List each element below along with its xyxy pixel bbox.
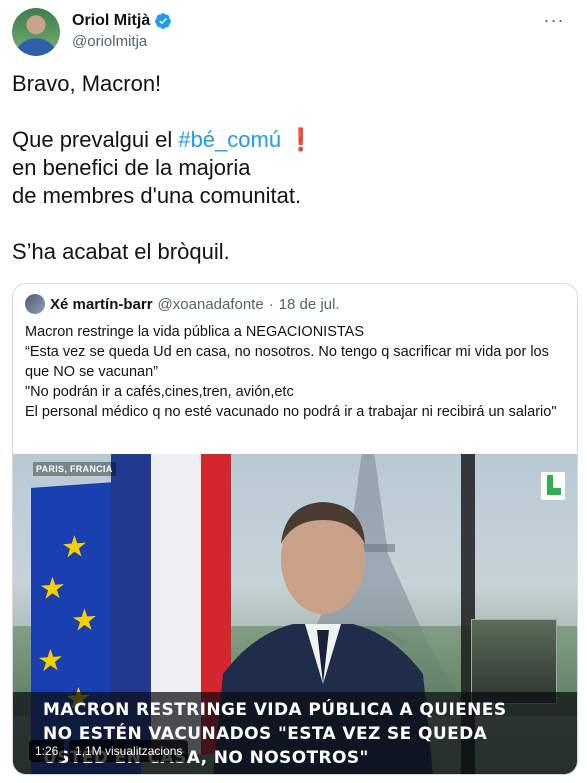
location-tag: PARIS, FRANCIA	[33, 462, 116, 476]
tweet-line: de membres d'una comunitat.	[12, 183, 302, 208]
quoted-date: 18 de jul.	[278, 295, 340, 313]
quoted-line: "No podrán ir a cafés,cines,tren, avión,…	[25, 384, 294, 400]
hashtag-link[interactable]: #bé_comú	[178, 127, 281, 152]
video-views: 1,1M visualitzacions	[69, 740, 189, 762]
tweet-line: Bravo, Macron!	[12, 71, 162, 96]
author-handle[interactable]: @oriolmitja	[72, 33, 172, 50]
caption-line: MACRON RESTRINGE VIDA PÚBLICA A QUIENES	[43, 700, 507, 720]
tweet-line: S’ha acabat el bròquil.	[12, 239, 230, 264]
quoted-handle: @xoanadafonte	[157, 295, 264, 313]
author-name-row: Oriol Mitjà	[72, 12, 172, 30]
quoted-line: “Esta vez se queda Ud en casa, no nosotr…	[25, 344, 549, 380]
verified-badge-icon	[155, 13, 172, 29]
video-duration: 1:26	[29, 740, 65, 762]
tweet-line-text: Que prevalgui el	[12, 127, 179, 152]
tweet-header: Oriol Mitjà @oriolmitja ···	[12, 8, 575, 60]
more-options-icon[interactable]: ···	[539, 10, 569, 34]
author-display-name[interactable]: Oriol Mitjà	[72, 12, 150, 30]
tweet-line: Que prevalgui el #bé_comú ❗	[12, 126, 577, 154]
exclamation-icon: ❗	[287, 127, 315, 152]
quoted-avatar	[25, 294, 45, 314]
quoted-text: Macron restringe la vida pública a NEGAC…	[25, 322, 565, 422]
quoted-line: Macron restringe la vida pública a NEGAC…	[25, 324, 365, 340]
quoted-tweet[interactable]: Xé martín-barr @xoanadafonte · 18 de jul…	[12, 283, 578, 775]
tweet-body: Bravo, Macron! Que prevalgui el #bé_comú…	[12, 70, 577, 266]
quoted-display-name: Xé martín-barr	[50, 295, 153, 313]
quoted-separator: ·	[268, 295, 274, 313]
video-player[interactable]: ★ ★ ★ ★ ★ PARIS, FRANCIA MACRON RESTRING…	[13, 454, 577, 774]
quoted-header: Xé martín-barr @xoanadafonte · 18 de jul…	[25, 294, 340, 314]
tweet-line: en benefici de la majoria	[12, 155, 251, 180]
quoted-line: El personal médico q no esté vacunado no…	[25, 404, 557, 420]
channel-logo-icon	[541, 472, 565, 500]
author-names: Oriol Mitjà @oriolmitja	[72, 12, 172, 50]
author-avatar[interactable]	[12, 8, 60, 56]
